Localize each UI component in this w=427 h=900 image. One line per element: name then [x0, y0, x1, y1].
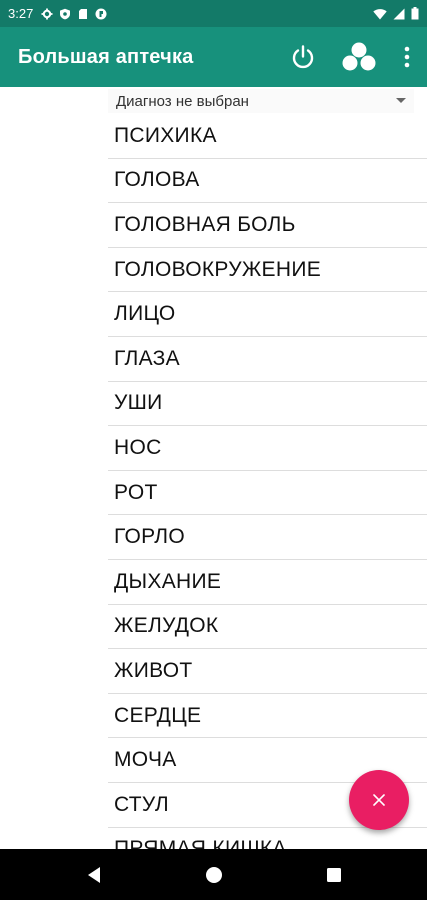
- list-item[interactable]: ГОЛОВОКРУЖЕНИЕ: [108, 248, 427, 293]
- wifi-icon: [373, 8, 387, 19]
- list-item[interactable]: СЕРДЦЕ: [108, 694, 427, 739]
- app-bar-actions: [275, 27, 427, 87]
- app-title: Большая аптечка: [18, 45, 194, 68]
- list-item[interactable]: ГОЛОВНАЯ БОЛЬ: [108, 203, 427, 248]
- list-item-label: НОС: [114, 435, 162, 459]
- list-item-label: ДЫХАНИЕ: [114, 569, 222, 593]
- navigation-bar: [0, 849, 427, 900]
- list-item-label: ГОЛОВА: [114, 168, 200, 192]
- list-item-label: ГЛАЗА: [114, 346, 180, 370]
- list-item-label: ГОЛОВНАЯ БОЛЬ: [114, 212, 296, 236]
- list-item-label: СТУЛ: [114, 792, 169, 816]
- list-item[interactable]: ГЛАЗА: [108, 337, 427, 382]
- status-system-icons: [373, 7, 419, 20]
- battery-icon: [411, 7, 419, 20]
- overflow-menu-button[interactable]: [387, 27, 427, 87]
- back-icon: [87, 866, 100, 883]
- clear-fab-button[interactable]: [349, 770, 409, 830]
- status-notification-icons: [41, 8, 107, 20]
- list-item-label: МОЧА: [114, 748, 177, 772]
- home-button[interactable]: [154, 849, 274, 900]
- list-item[interactable]: УШИ: [108, 382, 427, 427]
- status-time: 3:27: [8, 6, 34, 21]
- group-button[interactable]: [331, 27, 387, 87]
- gear-icon: [41, 8, 53, 19]
- list-item-label: ПРЯМАЯ КИШКА: [114, 837, 287, 849]
- vpn-icon: [95, 8, 107, 19]
- list-item[interactable]: ПРЯМАЯ КИШКА: [108, 828, 427, 849]
- list-item[interactable]: ЖИВОТ: [108, 649, 427, 694]
- back-button[interactable]: [34, 849, 154, 900]
- recents-icon: [326, 867, 341, 882]
- diagnosis-spinner[interactable]: Диагноз не выбран: [108, 89, 414, 113]
- list-item[interactable]: РОТ: [108, 471, 427, 516]
- list-item-label: СЕРДЦЕ: [114, 703, 202, 727]
- list-item-label: ЖИВОТ: [114, 658, 193, 682]
- list-item-label: ГОРЛО: [114, 525, 185, 549]
- diagnosis-spinner-value: Диагноз не выбран: [116, 92, 249, 110]
- list-item[interactable]: ГОРЛО: [108, 515, 427, 560]
- list-item[interactable]: ГОЛОВА: [108, 159, 427, 204]
- more-vert-icon: [404, 46, 410, 68]
- list-item[interactable]: ДЫХАНИЕ: [108, 560, 427, 605]
- list-item[interactable]: ЛИЦО: [108, 292, 427, 337]
- power-icon: [292, 45, 314, 69]
- list-item[interactable]: НОС: [108, 426, 427, 471]
- list-item-label: ГОЛОВОКРУЖЕНИЕ: [114, 257, 322, 281]
- list-item-label: ЖЕЛУДОК: [114, 614, 219, 638]
- list-item-label: ЛИЦО: [114, 302, 176, 326]
- three-circles-icon: [342, 42, 376, 71]
- list-item-label: ПСИХИКА: [114, 123, 217, 147]
- shield-icon: [60, 8, 71, 19]
- recents-button[interactable]: [274, 849, 394, 900]
- power-button[interactable]: [275, 27, 331, 87]
- list-item[interactable]: ЖЕЛУДОК: [108, 605, 427, 650]
- status-bar: 3:27: [0, 0, 427, 27]
- close-icon: [373, 794, 385, 806]
- sd-card-icon: [79, 8, 88, 19]
- category-list[interactable]: ПСИХИКА ГОЛОВА ГОЛОВНАЯ БОЛЬ ГОЛОВОКРУЖЕ…: [108, 114, 427, 849]
- home-icon: [205, 866, 222, 883]
- cell-signal-icon: [393, 8, 405, 19]
- list-item-label: РОТ: [114, 480, 158, 504]
- list-item[interactable]: ПСИХИКА: [108, 114, 427, 159]
- app-bar: Большая аптечка: [0, 27, 427, 87]
- list-item-label: УШИ: [114, 391, 163, 415]
- dropdown-arrow-icon: [396, 98, 406, 103]
